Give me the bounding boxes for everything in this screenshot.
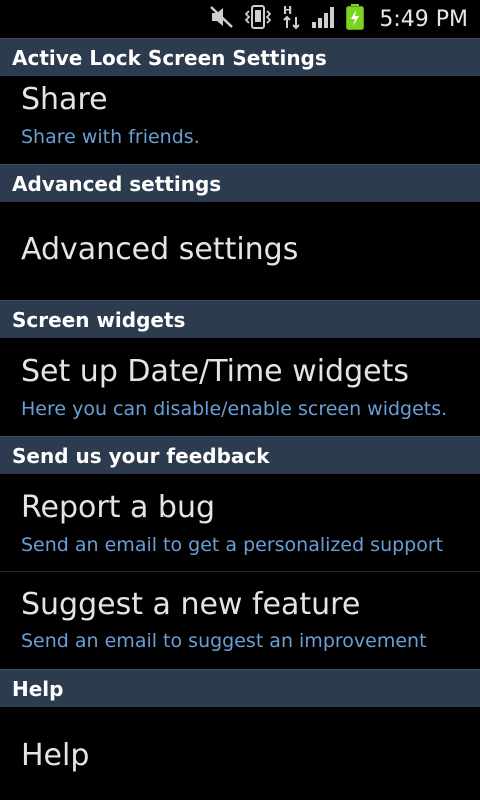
vibrate-icon [243, 4, 273, 34]
item-subtitle: Send an email to get a personalized supp… [21, 534, 444, 556]
status-bar: H 5:49 PM [0, 0, 480, 38]
status-icons: H 5:49 PM [209, 0, 480, 38]
list-item-share[interactable]: Share Share with friends. [0, 76, 480, 164]
item-title: Suggest a new feature [21, 587, 361, 622]
section-header-active-lock-screen: Active Lock Screen Settings [0, 38, 480, 76]
section-header-help: Help [0, 669, 480, 707]
item-subtitle: Send an email to suggest an improvement [21, 630, 427, 652]
item-title: Report a bug [21, 490, 216, 525]
clock-time: 5:49 PM [379, 6, 468, 32]
list-item-suggest-feature[interactable]: Suggest a new feature Send an email to s… [0, 572, 480, 669]
settings-screen: H 5:49 PM Active Lock Screen Settings Sh… [0, 0, 480, 800]
signal-icon [311, 5, 337, 33]
list-item-report-bug[interactable]: Report a bug Send an email to get a pers… [0, 474, 480, 571]
item-title: Share [21, 82, 108, 117]
mute-icon [209, 4, 235, 34]
item-title: Help [21, 738, 90, 773]
section-header-advanced-settings: Advanced settings [0, 164, 480, 202]
list-item-date-time-widgets[interactable]: Set up Date/Time widgets Here you can di… [0, 338, 480, 436]
list-item-advanced-settings[interactable]: Advanced settings [0, 202, 480, 300]
item-subtitle: Share with friends. [21, 126, 200, 148]
list-item-help[interactable]: Help [0, 707, 480, 800]
item-title: Advanced settings [21, 232, 299, 267]
item-title: Set up Date/Time widgets [21, 354, 409, 389]
section-header-screen-widgets: Screen widgets [0, 300, 480, 338]
hspa-data-icon: H [281, 3, 303, 35]
battery-charging-icon [345, 3, 365, 35]
item-subtitle: Here you can disable/enable screen widge… [21, 398, 448, 420]
section-header-feedback: Send us your feedback [0, 436, 480, 474]
svg-text:H: H [283, 4, 292, 17]
